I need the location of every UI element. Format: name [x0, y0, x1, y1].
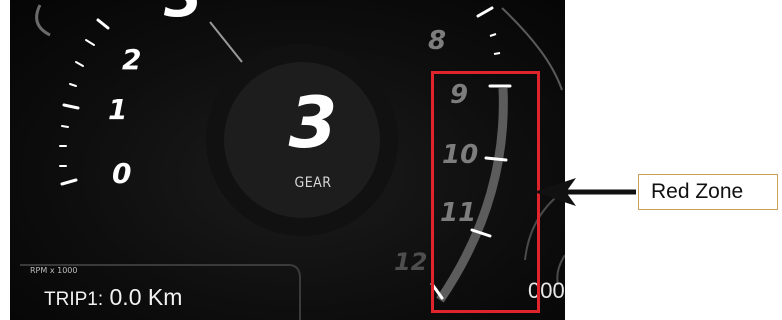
rpm-label-12: 12 — [394, 248, 428, 276]
current-gear-number: 3 — [288, 82, 338, 164]
left-rpm-ticks — [59, 18, 110, 186]
tick — [62, 103, 80, 110]
gauge-arc-topleft — [35, 4, 51, 37]
callout-arrow — [534, 178, 636, 206]
tick — [96, 18, 110, 30]
rpm-label-2: 2 — [122, 43, 142, 76]
red-zone-label: Red Zone — [638, 174, 778, 210]
trip-label: TRIP1: — [44, 289, 104, 310]
tick — [69, 83, 77, 87]
tick — [493, 52, 501, 55]
tick — [61, 125, 69, 128]
trip-readout: TRIP1: 0.0 Km — [44, 284, 182, 311]
tick — [85, 39, 95, 46]
rpm-unit-label: RPM x 1000 — [30, 266, 78, 275]
tick — [489, 33, 497, 37]
red-zone-highlight-box — [431, 71, 540, 313]
tick — [75, 61, 84, 67]
gauge-needle — [209, 21, 243, 63]
tick — [476, 6, 494, 18]
screenshot-stage: 3 2 1 0 3 GEAR 8 9 10 11 12 RPM x 1000 T… — [0, 0, 782, 320]
rpm-label-0: 0 — [112, 157, 132, 190]
rpm-label-8: 8 — [428, 26, 447, 56]
tick — [60, 178, 78, 186]
trip-value: 0.0 Km — [109, 284, 183, 310]
rpm-label-1: 1 — [108, 93, 128, 126]
previous-gear-number: 3 — [164, 0, 203, 26]
gear-label: GEAR — [294, 175, 332, 191]
